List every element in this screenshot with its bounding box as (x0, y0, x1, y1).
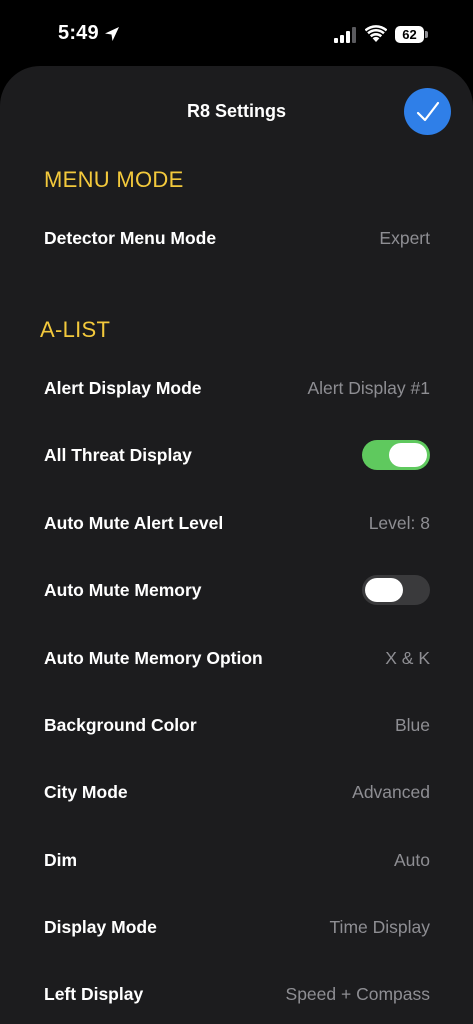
toggle-knob (389, 443, 427, 467)
location-arrow-icon (105, 27, 119, 41)
row-value: Blue (394, 714, 430, 735)
row-all-threat-display: All Threat Display (44, 435, 430, 475)
section-header-a-list: A-LIST (40, 317, 111, 342)
battery-cap (425, 31, 428, 38)
row-value: Expert (379, 227, 430, 248)
row-label: Background Color (44, 714, 197, 735)
row-label: Auto Mute Memory (44, 579, 202, 600)
page-title: R8 Settings (186, 101, 287, 121)
done-button[interactable] (404, 88, 451, 135)
row-value: Speed + Compass (285, 983, 430, 1004)
row-detector-menu-mode[interactable]: Detector Menu Mode Expert (44, 218, 430, 258)
row-value: X & K (385, 647, 430, 668)
toggle-knob (365, 578, 403, 602)
checkmark-icon (416, 101, 439, 121)
row-value: Time Display (329, 916, 430, 937)
row-label: Detector Menu Mode (44, 227, 217, 248)
row-label: City Mode (44, 781, 128, 802)
row-background-color[interactable]: Background Color Blue (44, 705, 430, 745)
row-value: Level: 8 (368, 512, 430, 533)
battery-level: 62 (402, 27, 417, 42)
row-value: Advanced (352, 781, 430, 802)
status-time: 5:49 (58, 22, 99, 44)
row-label: Auto Mute Memory Option (44, 647, 263, 668)
row-dim[interactable]: Dim Auto (44, 840, 430, 880)
row-label: Left Display (44, 983, 144, 1004)
row-auto-mute-memory: Auto Mute Memory (44, 570, 430, 610)
settings-sheet: R8 Settings MENU MODE Detector Menu Mode… (0, 66, 473, 1024)
section-header-menu-mode: MENU MODE (44, 167, 184, 192)
status-bar: 5:49 62 (0, 0, 473, 66)
row-alert-display-mode[interactable]: Alert Display Mode Alert Display #1 (44, 368, 430, 408)
row-label: Auto Mute Alert Level (44, 512, 224, 533)
wifi-icon (365, 25, 387, 42)
row-auto-mute-memory-option[interactable]: Auto Mute Memory Option X & K (44, 638, 430, 678)
screen: 5:49 62 R8 Settings MENU MODE Detector M… (0, 0, 473, 1024)
row-label: Dim (44, 849, 78, 870)
row-label: Alert Display Mode (44, 377, 202, 398)
row-label: Display Mode (44, 916, 157, 937)
row-city-mode[interactable]: City Mode Advanced (44, 772, 430, 812)
row-value: Alert Display #1 (307, 377, 430, 398)
all-threat-display-toggle[interactable] (362, 440, 430, 470)
row-auto-mute-alert-level[interactable]: Auto Mute Alert Level Level: 8 (44, 503, 430, 543)
row-value: Auto (394, 849, 430, 870)
battery-icon: 62 (395, 26, 429, 43)
row-label: All Threat Display (44, 444, 192, 465)
row-display-mode[interactable]: Display Mode Time Display (44, 907, 430, 947)
auto-mute-memory-toggle[interactable] (362, 575, 430, 605)
sheet-header: R8 Settings (0, 66, 473, 158)
cellular-signal-icon (334, 27, 356, 43)
row-left-display[interactable]: Left Display Speed + Compass (44, 974, 430, 1014)
